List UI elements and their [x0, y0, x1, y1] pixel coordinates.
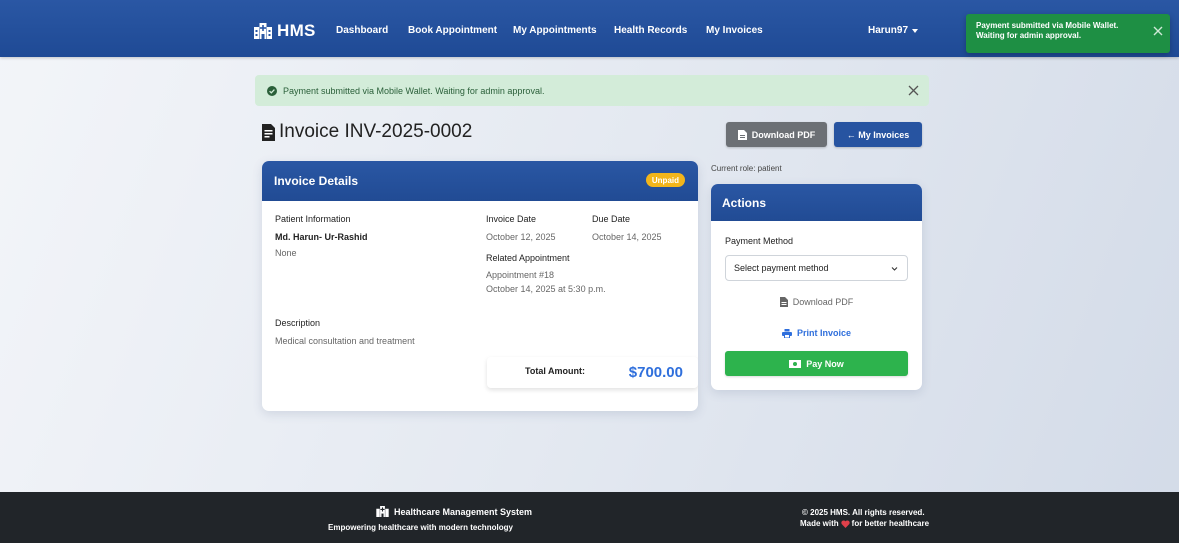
pay-now-button[interactable]: Pay Now [725, 351, 908, 376]
alert-message: Payment submitted via Mobile Wallet. Wai… [283, 85, 545, 96]
print-invoice-link[interactable]: Print Invoice [711, 328, 922, 338]
current-role: Current role: patient [711, 164, 782, 173]
total-amount-box: Total Amount: $700.00 [487, 357, 698, 388]
money-icon [789, 359, 802, 368]
actions-card: Actions Payment Method Select payment me… [711, 184, 922, 390]
file-invoice-icon [262, 123, 275, 141]
page-title: Invoice INV-2025-0002 [262, 121, 472, 143]
print-icon [781, 328, 792, 338]
payment-method-label: Payment Method [725, 236, 794, 246]
patient-info-label: Patient Information [275, 214, 351, 224]
toast-notification: Payment submitted via Mobile Wallet. Wai… [966, 14, 1170, 53]
patient-name: Md. Harun- Ur-Rashid [275, 232, 368, 242]
my-invoices-button[interactable]: ← My Invoices [834, 122, 922, 147]
made-with-suffix: for better healthcare [851, 519, 930, 528]
heart-icon [841, 519, 850, 528]
due-date-label: Due Date [592, 214, 631, 224]
check-circle-icon [267, 85, 277, 96]
footer-title-text: Healthcare Management System [394, 506, 533, 517]
payment-method-select[interactable]: Select payment method [725, 255, 908, 281]
nav-health-records[interactable]: Health Records [614, 25, 687, 36]
username: Harun97 [868, 25, 909, 36]
invoice-card-header: Invoice Details Unpaid [262, 161, 698, 201]
patient-extra: None [275, 248, 297, 258]
actions-header: Actions [711, 184, 922, 221]
brand-text: HMS [277, 21, 316, 40]
description-text: Medical consultation and treatment [275, 336, 415, 346]
success-alert: Payment submitted via Mobile Wallet. Wai… [255, 75, 929, 106]
page-title-text: Invoice INV-2025-0002 [279, 121, 473, 142]
made-with-prefix: Made with [800, 519, 839, 528]
hospital-icon [376, 506, 389, 517]
close-icon[interactable] [908, 85, 919, 96]
toast-message: Payment submitted via Mobile Wallet. Wai… [976, 21, 1119, 40]
nav-my-invoices[interactable]: My Invoices [706, 25, 763, 36]
invoice-date: October 12, 2025 [486, 232, 556, 242]
total-label: Total Amount: [525, 366, 585, 376]
nav-book-appointment[interactable]: Book Appointment [408, 25, 497, 36]
footer-title: Healthcare Management System [376, 506, 532, 517]
due-date: October 14, 2025 [592, 232, 662, 242]
appointment-time: October 14, 2025 at 5:30 p.m. [486, 284, 606, 294]
payment-method-value: Select payment method [734, 263, 829, 273]
close-icon[interactable] [1153, 26, 1163, 36]
description-label: Description [275, 318, 321, 328]
status-badge: Unpaid [645, 173, 685, 187]
download-pdf-link-label: Download PDF [792, 297, 854, 307]
pdf-icon [779, 297, 788, 307]
hospital-icon [254, 23, 272, 39]
footer-copyright: © 2025 HMS. All rights reserved. [802, 508, 925, 517]
footer-tagline: Empowering healthcare with modern techno… [328, 523, 513, 532]
footer-made-with: Made with for better healthcare [800, 519, 929, 528]
user-menu[interactable]: Harun97 [868, 25, 919, 36]
brand[interactable]: HMS [254, 21, 316, 40]
total-value: $700.00 [628, 364, 683, 381]
actions-title: Actions [722, 195, 767, 210]
nav-dashboard[interactable]: Dashboard [336, 25, 388, 36]
download-pdf-link[interactable]: Download PDF [711, 297, 922, 307]
related-appointment-label: Related Appointment [486, 253, 570, 263]
appointment-id[interactable]: Appointment #18 [486, 270, 554, 280]
invoice-card-title: Invoice Details [274, 174, 359, 188]
download-pdf-label: Download PDF [751, 129, 816, 140]
invoice-date-label: Invoice Date [486, 214, 537, 224]
nav-my-appointments[interactable]: My Appointments [513, 25, 597, 36]
print-invoice-label: Print Invoice [796, 328, 851, 338]
caret-down-icon [912, 28, 919, 33]
my-invoices-label: ← My Invoices [846, 129, 910, 140]
pay-now-label: Pay Now [806, 358, 844, 369]
chevron-down-icon [891, 267, 898, 271]
pdf-icon [737, 129, 747, 140]
invoice-details-card: Invoice Details Unpaid Patient Informati… [262, 161, 698, 411]
footer: Healthcare Management System Empowering … [0, 492, 1179, 543]
download-pdf-button[interactable]: Download PDF [726, 122, 827, 147]
